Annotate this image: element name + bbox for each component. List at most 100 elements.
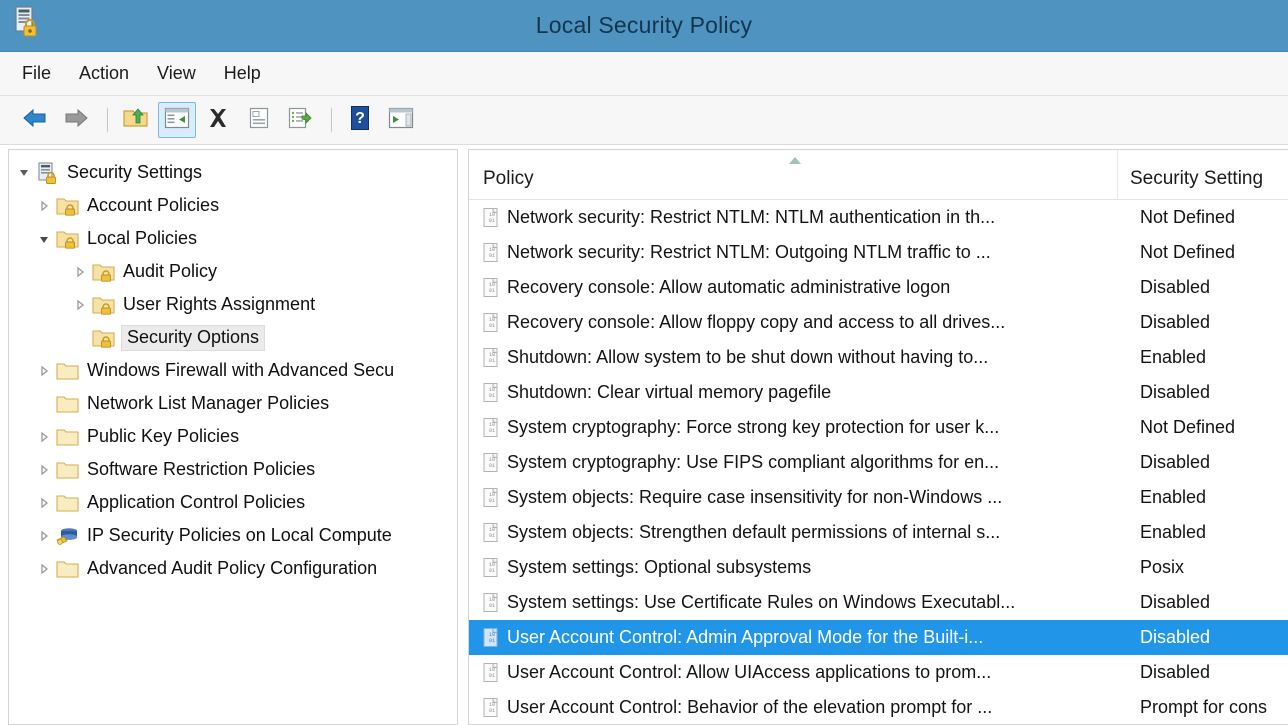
svg-text:01: 01 xyxy=(489,428,495,434)
table-row[interactable]: 10 01 User Account Control: Behavior of t… xyxy=(469,690,1288,724)
table-row[interactable]: 10 01 System settings: Optional subsystem… xyxy=(469,550,1288,585)
policy-security-setting: Disabled xyxy=(1140,592,1211,612)
tree-item-security-options[interactable]: Security Options xyxy=(9,321,457,354)
svg-text:01: 01 xyxy=(489,568,495,574)
policy-setting-icon: 10 01 xyxy=(477,207,507,229)
local-security-policy-window: Local Security Policy File Action View H… xyxy=(0,0,1288,725)
title-bar: Local Security Policy xyxy=(0,0,1288,52)
table-row[interactable]: 10 01 System objects: Require case insens… xyxy=(469,480,1288,515)
table-row[interactable]: 10 01 User Account Control: Allow UIAcces… xyxy=(469,655,1288,690)
tree-item-ip-security-policies[interactable]: IP Security Policies on Local Compute xyxy=(9,519,457,552)
policy-setting-icon: 10 01 xyxy=(477,487,507,509)
tree-item-user-rights-assignment[interactable]: User Rights Assignment xyxy=(9,288,457,321)
export-list-button[interactable] xyxy=(281,102,319,138)
chevron-right-icon[interactable] xyxy=(33,431,55,443)
policy-list-rows: 10 01 Network security: Restrict NTLM: NT… xyxy=(469,200,1288,724)
folder-icon xyxy=(55,493,81,513)
tree-item-application-control-policies[interactable]: Application Control Policies xyxy=(9,486,457,519)
up-one-level-button[interactable] xyxy=(117,102,155,138)
tree-item-public-key-policies[interactable]: Public Key Policies xyxy=(9,420,457,453)
chevron-right-icon[interactable] xyxy=(33,200,55,212)
tree-item-advanced-audit-policy-configuration[interactable]: Advanced Audit Policy Configuration xyxy=(9,552,457,585)
menu-action[interactable]: Action xyxy=(79,59,145,88)
chevron-right-icon[interactable] xyxy=(33,497,55,509)
folder-lock-icon xyxy=(55,229,81,249)
chevron-down-icon[interactable] xyxy=(33,233,55,245)
tree-item-audit-policy[interactable]: Audit Policy xyxy=(9,255,457,288)
svg-text:01: 01 xyxy=(489,708,495,714)
table-row[interactable]: 10 01 Network security: Restrict NTLM: Ou… xyxy=(469,235,1288,270)
chevron-down-icon[interactable] xyxy=(13,167,35,179)
up-one-level-folder-icon xyxy=(122,106,150,135)
policy-setting-icon: 10 01 xyxy=(477,452,507,474)
svg-text:01: 01 xyxy=(489,253,495,259)
policy-setting-icon: 10 01 xyxy=(477,277,507,299)
tree-item-label: Account Policies xyxy=(87,195,220,215)
column-header-security-setting-label: Security Setting xyxy=(1130,168,1264,189)
delete-button[interactable] xyxy=(199,102,237,138)
folder-icon xyxy=(55,559,81,579)
policy-security-setting: Disabled xyxy=(1140,452,1211,472)
tree-item-label: Advanced Audit Policy Configuration xyxy=(87,558,378,578)
chevron-right-icon[interactable] xyxy=(69,266,91,278)
table-row[interactable]: 10 01 System objects: Strengthen default … xyxy=(469,515,1288,550)
menu-file[interactable]: File xyxy=(22,59,67,88)
help-button[interactable]: ? xyxy=(341,102,379,138)
table-row[interactable]: 10 01 Recovery console: Allow floppy copy… xyxy=(469,305,1288,340)
show-hide-console-tree-icon xyxy=(164,107,190,134)
table-row[interactable]: 10 01 Shutdown: Clear virtual memory page… xyxy=(469,375,1288,410)
svg-text:01: 01 xyxy=(489,603,495,609)
column-header-security-setting[interactable]: Security Setting xyxy=(1118,150,1288,199)
column-header-policy-label: Policy xyxy=(483,168,534,189)
chevron-right-icon[interactable] xyxy=(33,563,55,575)
sort-ascending-icon xyxy=(787,153,803,164)
table-row[interactable]: 10 01 Recovery console: Allow automatic a… xyxy=(469,270,1288,305)
chevron-right-icon[interactable] xyxy=(33,530,55,542)
tree-item-label: Network List Manager Policies xyxy=(87,393,330,413)
policy-security-setting: Enabled xyxy=(1140,347,1207,367)
svg-text:01: 01 xyxy=(489,533,495,539)
svg-text:01: 01 xyxy=(489,323,495,329)
show-action-pane-button[interactable] xyxy=(382,102,420,138)
tree-item-label: User Rights Assignment xyxy=(123,294,316,314)
policy-name: Shutdown: Allow system to be shut down w… xyxy=(507,347,989,367)
table-row[interactable]: 10 01 System cryptography: Use FIPS compl… xyxy=(469,445,1288,480)
tree-item-label: Local Policies xyxy=(87,228,198,248)
export-list-icon xyxy=(287,106,313,135)
folder-lock-icon xyxy=(91,295,117,315)
tree-item-software-restriction-policies[interactable]: Software Restriction Policies xyxy=(9,453,457,486)
policy-security-setting: Disabled xyxy=(1140,277,1211,297)
table-row[interactable]: 10 01 System cryptography: Force strong k… xyxy=(469,410,1288,445)
menu-view[interactable]: View xyxy=(157,59,212,88)
tree-item-local-policies[interactable]: Local Policies xyxy=(9,222,457,255)
tree-item-label: Public Key Policies xyxy=(87,426,240,446)
policy-setting-icon: 10 01 xyxy=(477,662,507,684)
properties-button[interactable] xyxy=(240,102,278,138)
tree-item-security-settings[interactable]: Security Settings xyxy=(9,156,457,189)
back-button[interactable] xyxy=(16,102,54,138)
policy-name: Network security: Restrict NTLM: Outgoin… xyxy=(507,242,991,262)
show-hide-console-tree-button[interactable] xyxy=(158,102,196,138)
list-column-header: Policy Security Setting xyxy=(469,150,1288,200)
chevron-right-icon[interactable] xyxy=(33,365,55,377)
tree-item-label: Security Options xyxy=(121,324,266,351)
chevron-right-icon[interactable] xyxy=(69,299,91,311)
policy-name: User Account Control: Allow UIAccess app… xyxy=(507,662,992,682)
table-row[interactable]: 10 01 Network security: Restrict NTLM: NT… xyxy=(469,200,1288,235)
svg-text:01: 01 xyxy=(489,498,495,504)
forward-button[interactable] xyxy=(57,102,95,138)
chevron-right-icon[interactable] xyxy=(33,464,55,476)
policy-list-pane[interactable]: Policy Security Setting 10 01 Network sec… xyxy=(468,149,1288,725)
table-row[interactable]: 10 01 System settings: Use Certificate Ru… xyxy=(469,585,1288,620)
menu-help[interactable]: Help xyxy=(224,59,277,88)
tree-item-label: Windows Firewall with Advanced Secu xyxy=(87,360,395,380)
tree-item-windows-firewall[interactable]: Windows Firewall with Advanced Secu xyxy=(9,354,457,387)
policy-setting-icon: 10 01 xyxy=(477,557,507,579)
tree-item-network-list-manager-policies[interactable]: Network List Manager Policies xyxy=(9,387,457,420)
console-root-lock-icon xyxy=(35,162,61,184)
svg-text:01: 01 xyxy=(489,218,495,224)
table-row[interactable]: 10 01 Shutdown: Allow system to be shut d… xyxy=(469,340,1288,375)
console-tree-pane[interactable]: Security Settings Account Policies Local… xyxy=(8,149,458,725)
table-row-selected[interactable]: 10 01 User Account Control: Admin Approva… xyxy=(469,620,1288,655)
tree-item-account-policies[interactable]: Account Policies xyxy=(9,189,457,222)
